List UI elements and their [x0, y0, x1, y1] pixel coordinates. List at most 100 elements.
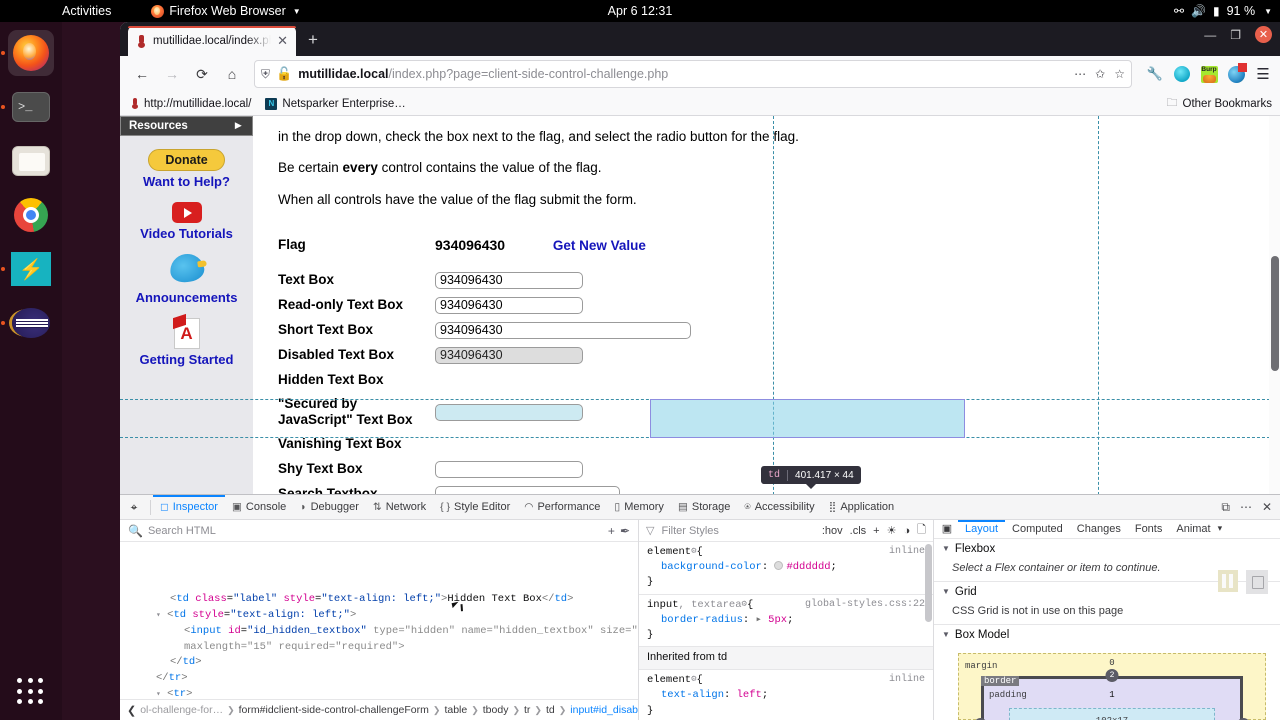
sidebar-item-donate[interactable]: Donate Want to Help? [120, 149, 253, 189]
hamburger-menu-icon[interactable]: ☰ [1254, 65, 1272, 83]
pocket-icon[interactable]: ✩ [1095, 67, 1105, 81]
breadcrumb-item[interactable]: tr [524, 704, 530, 716]
dock-item-kali[interactable] [1, 300, 54, 346]
css-declaration[interactable]: border-radius: ▸ 5px; [647, 613, 925, 628]
dom-tree-line[interactable]: </td> [120, 655, 638, 671]
css-declaration[interactable]: background-color: #dddddd; [647, 560, 925, 575]
close-window-button[interactable]: ✕ [1255, 26, 1272, 43]
css-rule-block[interactable]: element ⚙ {inline text-align: left;} [639, 670, 933, 720]
dom-search-bar[interactable]: 🔍 Search HTML + ✒ [120, 520, 638, 542]
layout-tab-fonts[interactable]: Fonts [1128, 520, 1170, 538]
rule-source[interactable]: global-styles.css:22 [805, 598, 925, 613]
rules-scrollbar-thumb[interactable] [925, 544, 932, 622]
devtools-tab-performance[interactable]: ◠ Performance [517, 495, 607, 519]
shield-icon[interactable]: ⛨ [261, 67, 270, 82]
dock-item-chrome[interactable] [8, 192, 54, 238]
breadcrumb-item[interactable]: td [546, 704, 555, 716]
layout-tab-animations[interactable]: Animat [1169, 520, 1217, 538]
reload-button[interactable]: ⟳ [188, 60, 216, 88]
dom-tree-line[interactable]: ▾ <tr> [120, 687, 638, 699]
readonly-text-box-input[interactable] [435, 296, 583, 314]
css-rule-block[interactable]: input, textarea ⚙ {global-styles.css:22 b… [639, 595, 933, 648]
other-bookmarks-folder[interactable]: 🗀 Other Bookmarks [1167, 94, 1272, 113]
screenshot-node-icon[interactable] [1246, 570, 1268, 594]
css-property[interactable]: background-color [647, 561, 762, 573]
rule-selector[interactable]: element [647, 545, 691, 560]
breadcrumb-item[interactable]: ol-challenge-for… [140, 704, 223, 716]
sidebar-item-video-tutorials[interactable]: Video Tutorials [120, 202, 253, 241]
css-value[interactable]: 5px [768, 614, 787, 626]
breadcrumb-scroll-left[interactable]: ❮ [127, 704, 136, 717]
light-scheme-icon[interactable]: ☀ [887, 524, 897, 537]
clock[interactable]: Apr 6 12:31 [0, 4, 1280, 18]
box-model-header[interactable]: ▼ Box Model [934, 625, 1280, 645]
devtools-tab-network[interactable]: ⇅ Network [366, 495, 433, 519]
dock-item-terminal[interactable]: >_ [1, 84, 54, 130]
color-swatch[interactable] [774, 561, 784, 571]
zap-extension-icon[interactable] [1173, 65, 1191, 83]
devtools-tab-style-editor[interactable]: { } Style Editor [433, 495, 517, 519]
devtools-tab-debugger[interactable]: ◗ Debugger [293, 495, 366, 519]
breadcrumb-item[interactable]: form#idclient-side-control-challengeForm [239, 704, 429, 716]
layout-tab-changes[interactable]: Changes [1070, 520, 1128, 538]
shy-text-box-input[interactable] [435, 460, 583, 478]
twisty-icon[interactable]: ▾ [156, 690, 161, 699]
text-box-input[interactable] [435, 271, 583, 289]
close-tab-icon[interactable]: ✕ [277, 33, 288, 49]
breadcrumb-item[interactable]: tbody [483, 704, 509, 716]
hover-states-button[interactable]: :hov [822, 525, 843, 537]
url-bar[interactable]: ⛨ 🔓 mutillidae.local/index.php?page=clie… [254, 60, 1132, 88]
get-new-value-link[interactable]: Get New Value [509, 238, 646, 253]
add-node-icon[interactable]: + [608, 524, 615, 538]
dock-item-zap[interactable]: ⚡ [1, 246, 54, 292]
breadcrumb-item[interactable]: input#id_disabled_textbox [570, 704, 638, 716]
globe-extension-icon[interactable] [1227, 62, 1247, 83]
breadcrumb[interactable]: ❮ ol-challenge-for… ❯ form#idclient-side-co… [120, 699, 638, 720]
add-rule-button[interactable]: + [873, 525, 879, 537]
bookmark-netsparker[interactable]: N Netsparker Enterprise… [265, 97, 406, 110]
bookmark-mutillidae[interactable]: http://mutillidae.local/ [130, 98, 251, 110]
forward-button[interactable]: → [158, 60, 186, 88]
bookmark-star-icon[interactable]: ☆ [1114, 67, 1125, 81]
css-property[interactable]: text-align [647, 689, 724, 701]
dom-search-placeholder[interactable]: Search HTML [148, 525, 603, 537]
browser-tab[interactable]: mutillidae.local/index.ph ✕ [128, 26, 296, 56]
element-picker-icon[interactable]: ⌖ [120, 495, 148, 519]
dom-tree-line[interactable]: <td class="label" style="text-align: lef… [120, 592, 638, 608]
css-rule-block[interactable]: element ⚙ {inline background-color: #dddd… [639, 542, 933, 595]
devtools-tab-inspector[interactable]: ◻ Inspector [153, 495, 225, 519]
rule-source[interactable]: inline [889, 545, 925, 560]
devtools-tab-console[interactable]: ▣ Console [225, 495, 293, 519]
layout-tab-computed[interactable]: Computed [1005, 520, 1070, 538]
home-button[interactable]: ⌂ [218, 60, 246, 88]
eyedropper-icon[interactable]: ✒ [620, 524, 630, 538]
breadcrumb-item[interactable]: table [444, 704, 467, 716]
rule-selector[interactable]: input, textarea [647, 598, 742, 613]
classes-button[interactable]: .cls [850, 525, 867, 537]
burp-extension-icon[interactable]: Burp [1200, 65, 1218, 83]
new-tab-button[interactable]: + [308, 30, 318, 50]
page-actions-icon[interactable]: ⋯ [1074, 67, 1086, 81]
dock-item-firefox[interactable] [1, 30, 54, 76]
page-scrollbar-thumb[interactable] [1271, 256, 1279, 371]
devtools-tab-memory[interactable]: ▯ Memory [607, 495, 671, 519]
sidebar-item-label[interactable]: Getting Started [120, 352, 253, 367]
system-tray[interactable]: ⚯ 🔊 ▮ 91 % ▼ [1174, 4, 1272, 18]
short-text-box-input[interactable] [435, 321, 691, 339]
wrench-icon[interactable]: 🔧 [1146, 65, 1164, 83]
layout-tab-layout[interactable]: Layout [958, 520, 1005, 538]
rule-selector[interactable]: element [647, 673, 691, 688]
css-value[interactable]: left [737, 689, 762, 701]
dom-tree-line[interactable]: </tr> [120, 671, 638, 687]
maximize-button[interactable]: ❐ [1230, 28, 1241, 42]
dom-tree-line[interactable]: ▾ <td style="text-align: left;"> [120, 608, 638, 624]
border-top-value[interactable]: 2 [1105, 668, 1119, 682]
back-button[interactable]: ← [128, 60, 156, 88]
sidebar-item-announcements[interactable]: Announcements [120, 251, 253, 305]
secured-by-javascript-text-box-input[interactable] [435, 403, 583, 421]
devtools-tab-application[interactable]: ⣿ Application [822, 495, 902, 519]
broken-lock-icon[interactable]: 🔓 [276, 66, 292, 82]
minimize-button[interactable]: — [1204, 28, 1216, 42]
sidebar-item-getting-started[interactable]: A Getting Started [120, 318, 253, 367]
print-media-icon[interactable]: 🗋 [917, 521, 926, 540]
